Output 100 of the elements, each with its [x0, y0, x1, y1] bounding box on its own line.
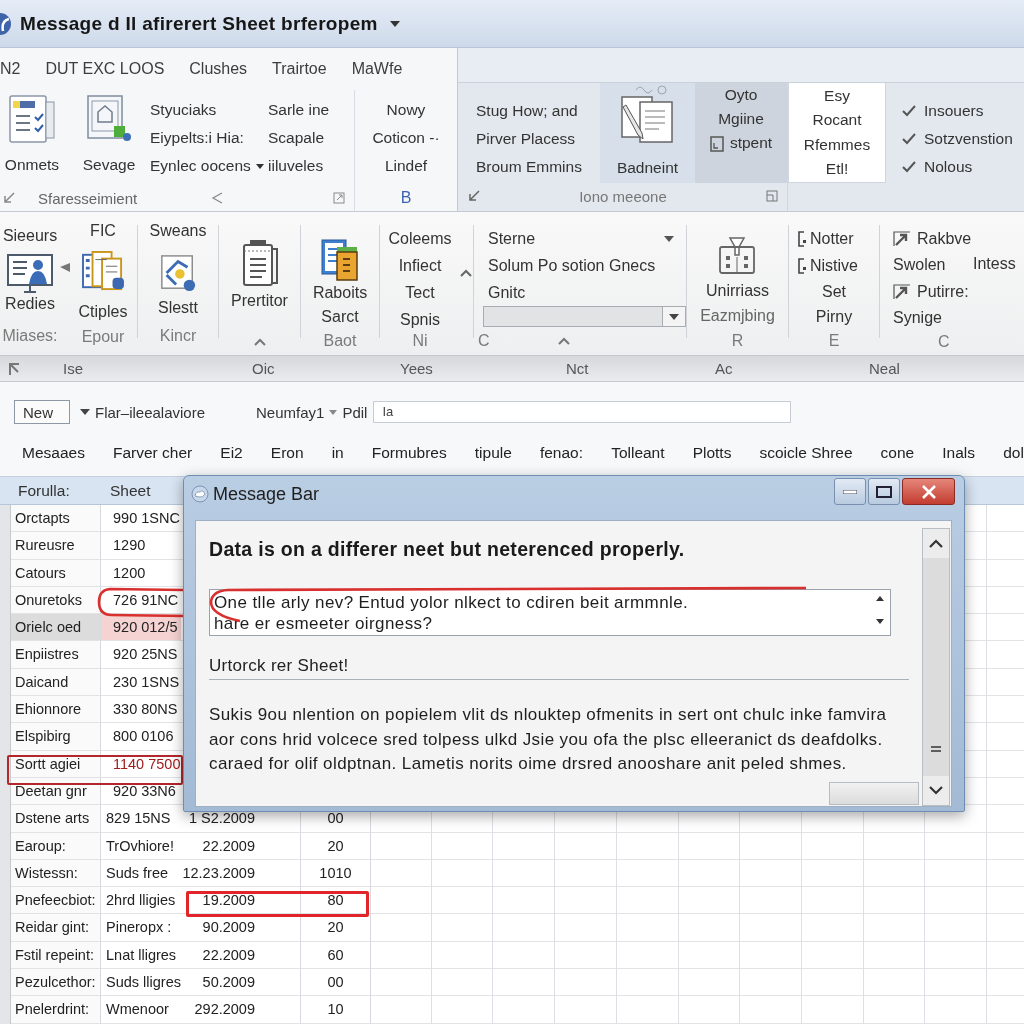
gallery-item[interactable]: Rocant [812, 108, 862, 133]
ribbon-command[interactable]: Pirny [789, 304, 879, 329]
row-label-cell: Pnefeecbiot: [11, 887, 101, 915]
message-field[interactable]: One tlle arly nev? Entud yolor nlkect to cdiren beit armmnle. hare er esmeeter oirgness? [209, 589, 891, 636]
dialog-launcher-icon[interactable] [333, 192, 345, 204]
column-heading: Eron [270, 444, 304, 462]
group-label: Iono meeone [579, 187, 667, 205]
column-heading: tipule [474, 444, 512, 462]
group-label: C [938, 332, 951, 352]
scroll-down-icon[interactable] [876, 619, 884, 624]
ribbon-command[interactable]: Set [789, 279, 879, 304]
scroll-down-button[interactable] [923, 776, 949, 805]
ribbon-command[interactable]: Intess [973, 254, 1016, 274]
scroll-up-button[interactable] [923, 529, 949, 558]
formula-field[interactable]: Ia [373, 401, 792, 423]
ribbon-command[interactable]: Nistive [789, 252, 879, 279]
ribbon-button[interactable]: Sieeurs Redies [2, 212, 58, 314]
row-label-cell: Ehionnore [11, 696, 101, 724]
ribbon-command[interactable]: Swolen [880, 252, 973, 278]
collapse-chevron-icon[interactable] [460, 268, 472, 277]
chevron-left-icon[interactable] [211, 192, 224, 204]
arrow-down-left-icon[interactable] [468, 190, 480, 202]
ribbon-command[interactable]: Sarle ine [268, 96, 330, 124]
document-folder-icon [321, 239, 359, 281]
ribbon-command[interactable]: Nowy [386, 96, 426, 124]
diagonal-arrow-icon [893, 283, 911, 300]
column-heading: Inals [942, 444, 976, 462]
row-label-cell: Onuretoks [11, 586, 101, 615]
ribbon-command[interactable]: Eynlec oocens [150, 152, 268, 180]
close-icon [921, 484, 936, 499]
row-label-cell: Pnelerdrint: [11, 996, 101, 1024]
style-dropdown[interactable]: Sterne [488, 225, 674, 252]
dialog-launcher-icon[interactable] [766, 190, 778, 202]
ribbon-command[interactable]: Spnis [400, 306, 440, 333]
arrow-down-left-icon[interactable] [3, 192, 15, 204]
ribbon-toggle[interactable]: Insouers [902, 97, 1013, 125]
dropdown-caret-icon[interactable] [389, 20, 400, 27]
group-label: Kincr [159, 326, 197, 346]
ribbon-command[interactable]: iiluveles [268, 152, 330, 180]
ribbon-command[interactable]: Notter [789, 225, 879, 252]
ribbon-button[interactable]: Raboits Sarct [312, 212, 368, 327]
gallery-item[interactable]: Rfemmes [803, 132, 871, 158]
ribbon-toggle[interactable]: Nolous [902, 153, 1013, 181]
ribbon-command[interactable]: Tect [405, 279, 435, 306]
ribbon-button[interactable]: Prertitor [231, 212, 288, 311]
ribbon-button[interactable]: Onmets [0, 90, 64, 185]
ribbon-tab[interactable]: DUT EXC LOOS [45, 60, 165, 78]
ribbon-command[interactable]: Eiypelts:i Hia: [150, 124, 268, 152]
chevron-up-icon [929, 539, 943, 548]
ribbon-command[interactable]: Solum Po sotion Gnecs [488, 252, 686, 279]
close-button[interactable] [902, 478, 955, 505]
ribbon-command[interactable]: Rakbve [880, 225, 973, 252]
dropdown-caret-icon[interactable] [80, 409, 90, 415]
gallery-item[interactable]: Etl! [825, 157, 849, 182]
ribbon-command[interactable]: Styuciaks [150, 96, 268, 124]
column-heading: scoicle Shree [759, 444, 853, 462]
ribbon-command[interactable]: stpent [709, 131, 773, 155]
ribbon-tab[interactable]: Trairtoe [272, 60, 327, 78]
ribbon-button[interactable]: Unirriass Eazmjbing [700, 212, 775, 326]
scroll-grip-icon[interactable] [931, 746, 941, 752]
ribbon-command[interactable]: Lindef [384, 152, 428, 180]
collapse-chevron-icon[interactable] [557, 337, 570, 345]
ribbon-button[interactable]: FIC Ctiples [78, 212, 128, 322]
ribbon-command[interactable]: Scapale [268, 124, 330, 152]
ribbon-command[interactable]: Stug How; and [476, 97, 600, 125]
ribbon-command[interactable]: Coleems [388, 225, 452, 252]
ribbon-tab[interactable]: N2 [0, 60, 21, 78]
ribbon-command[interactable]: Gnitc [488, 279, 686, 306]
gallery-item[interactable]: Esy [824, 84, 850, 109]
scroll-up-icon[interactable] [876, 596, 884, 601]
scrollbar[interactable] [922, 528, 950, 806]
column-label: Neal [869, 360, 901, 377]
row-label-cell: Enpiistres [11, 641, 101, 669]
maximize-button[interactable] [868, 478, 900, 505]
collapse-chevron-icon[interactable] [253, 338, 266, 346]
dropdown-caret-icon [664, 235, 674, 242]
ribbon-command[interactable]: Oyto [724, 83, 758, 107]
ribbon-command[interactable]: Infiect [398, 252, 442, 279]
ribbon-command[interactable]: Putirre: [880, 278, 973, 305]
ribbon-tab[interactable]: Clushes [189, 60, 248, 78]
ribbon-command[interactable]: Pirver Placess [476, 125, 600, 153]
dropdown-button[interactable] [662, 307, 685, 326]
row-label-cell: Elspibirg [11, 723, 101, 751]
ribbon-button[interactable]: Sweans Slestt [149, 212, 207, 318]
ribbon-command[interactable]: Broum Emmins [476, 153, 600, 181]
checklist-document-icon [9, 95, 55, 143]
ribbon-command[interactable]: Mgiine [718, 107, 764, 131]
ribbon-command[interactable]: Coticon -· [372, 124, 440, 152]
ribbon-button[interactable]: Badneint [600, 83, 695, 183]
group-label: Miases: [2, 326, 58, 346]
minimize-icon [843, 489, 857, 494]
ribbon-command[interactable]: Synige [880, 305, 973, 331]
ribbon-button[interactable]: Sevage [78, 90, 140, 185]
ribbon-toggle[interactable]: Sotzvenstion [902, 125, 1013, 153]
chevron-down-icon [929, 786, 943, 795]
new-button[interactable]: New [14, 400, 70, 424]
column-label: Oic [252, 360, 276, 377]
dropdown-field[interactable] [483, 306, 686, 327]
ribbon-tab[interactable]: MaWfe [351, 60, 403, 78]
date-cell: 12.23.2009 [181, 859, 301, 888]
